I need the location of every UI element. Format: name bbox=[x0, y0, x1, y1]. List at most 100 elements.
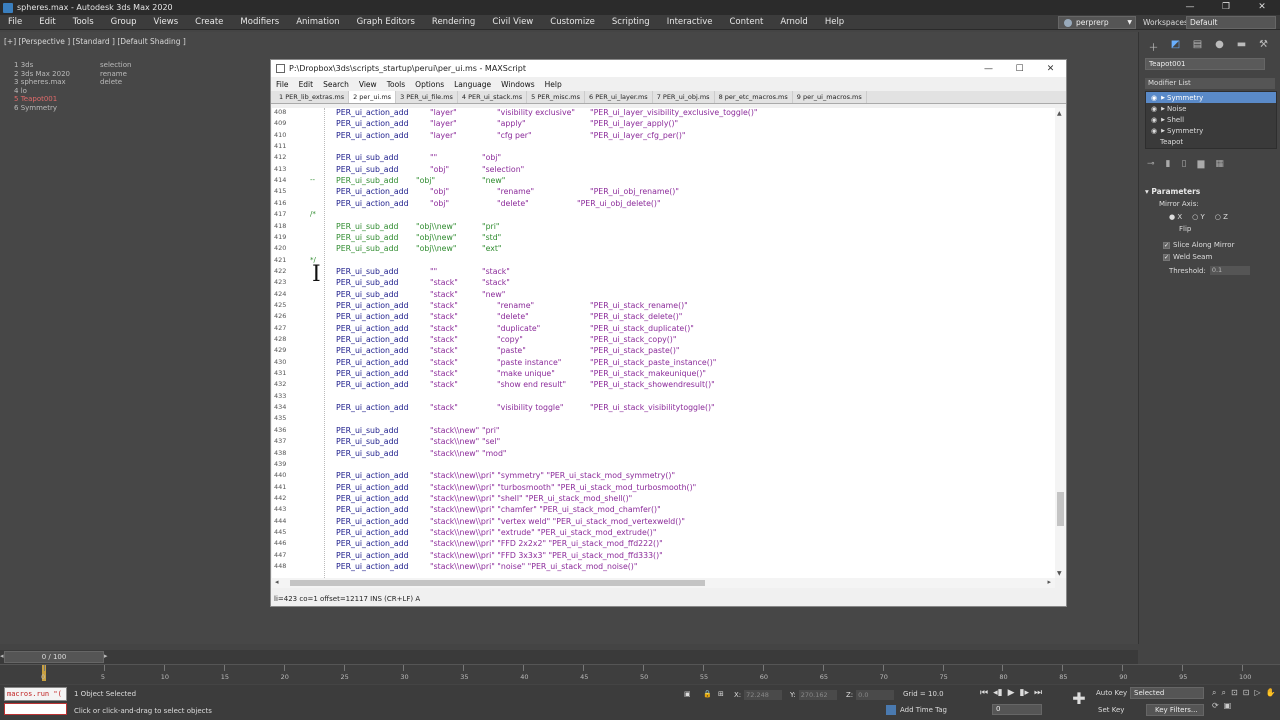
editor-close-button[interactable]: ✕ bbox=[1035, 64, 1066, 74]
eye-icon[interactable]: ◉ bbox=[1149, 94, 1159, 102]
menu-interactive[interactable]: Interactive bbox=[659, 17, 722, 27]
field-of-view-icon[interactable]: ▷ bbox=[1254, 688, 1260, 698]
absolute-mode-icon[interactable]: ⊞ bbox=[718, 690, 724, 698]
menu-list-item[interactable]: delete bbox=[100, 78, 131, 87]
zoom-all-icon[interactable]: ⌕ bbox=[1221, 688, 1225, 698]
editor-tab[interactable]: 1 PER_lib_extras.ms bbox=[275, 91, 350, 103]
configure-icon[interactable]: ▦ bbox=[1215, 159, 1224, 169]
menu-customize[interactable]: Customize bbox=[542, 17, 604, 27]
viewport-label[interactable]: [+] [Perspective ] [Standard ] [Default … bbox=[4, 37, 186, 46]
modifier-list-dropdown[interactable]: Modifier List bbox=[1145, 78, 1275, 89]
menu-views[interactable]: Views bbox=[146, 17, 188, 27]
editor-menu-edit[interactable]: Edit bbox=[294, 80, 319, 89]
scene-list-item[interactable]: 1 3ds bbox=[14, 61, 70, 70]
editor-minimize-button[interactable]: — bbox=[973, 64, 1004, 74]
orbit-icon[interactable]: ⟳ bbox=[1212, 701, 1219, 710]
menu-graph-editors[interactable]: Graph Editors bbox=[349, 17, 424, 27]
hscroll-thumb[interactable] bbox=[290, 580, 705, 586]
maxscript-listener-mini[interactable]: macros.run "( bbox=[4, 687, 67, 701]
axis-z-radio[interactable]: ○ Z bbox=[1215, 213, 1228, 221]
menu-content[interactable]: Content bbox=[722, 17, 773, 27]
go-to-end-icon[interactable]: ⏭ bbox=[1034, 688, 1042, 698]
utilities-tab-icon[interactable]: ⚒ bbox=[1257, 39, 1270, 54]
editor-tab[interactable]: 5 PER_misc.ms bbox=[527, 91, 586, 103]
workspaces-dropdown[interactable]: Default bbox=[1186, 16, 1276, 29]
editor-tab[interactable]: 7 PER_ui_obj.ms bbox=[653, 91, 715, 103]
menu-list-item[interactable]: selection bbox=[100, 61, 131, 70]
parameters-rollout[interactable]: ▾ Parameters bbox=[1145, 187, 1280, 196]
key-filters-button[interactable]: Key Filters... bbox=[1146, 704, 1204, 716]
pan-icon[interactable]: ✋ bbox=[1266, 688, 1276, 698]
close-button[interactable]: ✕ bbox=[1244, 0, 1280, 15]
create-tab-icon[interactable]: ＋ bbox=[1147, 39, 1160, 54]
auto-key-button[interactable]: Auto Key bbox=[1096, 689, 1127, 697]
eye-icon[interactable]: ◉ bbox=[1149, 127, 1159, 135]
flip-checkbox[interactable]: Flip bbox=[1179, 225, 1280, 233]
scene-list-item[interactable]: 3 spheres.max bbox=[14, 78, 70, 87]
scroll-up-icon[interactable]: ▲ bbox=[1057, 110, 1062, 117]
scroll-right-icon[interactable]: ▸ bbox=[1047, 578, 1051, 586]
expand-icon[interactable]: ▶ bbox=[1159, 95, 1167, 101]
lock-icon[interactable]: 🔒 bbox=[703, 690, 712, 698]
object-name-field[interactable]: Teapot001 bbox=[1145, 58, 1265, 70]
current-frame-field[interactable]: 0 bbox=[992, 704, 1042, 715]
trash-icon[interactable]: ▆ bbox=[1197, 159, 1204, 169]
editor-menu-view[interactable]: View bbox=[354, 80, 382, 89]
menu-animation[interactable]: Animation bbox=[288, 17, 348, 27]
set-key-icon[interactable]: ✚ bbox=[1068, 689, 1090, 713]
menu-edit[interactable]: Edit bbox=[31, 17, 64, 27]
scene-list-item[interactable]: 6 Symmetry bbox=[14, 104, 70, 113]
minimize-button[interactable]: — bbox=[1172, 0, 1208, 15]
editor-menu-file[interactable]: File bbox=[271, 80, 294, 89]
modifier-stack-item[interactable]: ◉ ▶ Shell bbox=[1146, 114, 1276, 125]
zoom-icon[interactable]: ⌕ bbox=[1212, 688, 1216, 698]
expand-icon[interactable]: ▶ bbox=[1159, 128, 1167, 134]
menu-help[interactable]: Help bbox=[817, 17, 853, 27]
scroll-down-icon[interactable]: ▼ bbox=[1057, 570, 1062, 577]
maxscript-listener-input[interactable] bbox=[4, 703, 67, 715]
maximize-button[interactable]: ❐ bbox=[1208, 0, 1244, 15]
hierarchy-tab-icon[interactable]: ▤ bbox=[1191, 39, 1204, 54]
editor-tab[interactable]: 3 PER_ui_file.ms bbox=[396, 91, 458, 103]
modify-tab-icon[interactable]: ◩ bbox=[1169, 39, 1182, 54]
menu-create[interactable]: Create bbox=[187, 17, 232, 27]
menu-civil-view[interactable]: Civil View bbox=[484, 17, 542, 27]
pin-icon[interactable]: ⊸ bbox=[1147, 159, 1155, 169]
zoom-extents-all-icon[interactable]: ⊡ bbox=[1243, 688, 1250, 698]
editor-tab[interactable]: 8 per_etc_macros.ms bbox=[715, 91, 793, 103]
scene-list-item[interactable]: 4 lo bbox=[14, 87, 70, 96]
editor-menu-options[interactable]: Options bbox=[410, 80, 449, 89]
horizontal-scrollbar[interactable]: ◂ ▸ bbox=[272, 578, 1055, 588]
time-slider-handle[interactable]: 0 / 100 bbox=[4, 651, 104, 663]
next-frame-icon[interactable]: ▸ bbox=[104, 652, 108, 660]
editor-menu-language[interactable]: Language bbox=[449, 80, 496, 89]
modifier-stack-item[interactable]: ◉ ▶ Noise bbox=[1146, 103, 1276, 114]
editor-tab[interactable]: 2 per_ui.ms bbox=[349, 91, 397, 103]
editor-menu-search[interactable]: Search bbox=[318, 80, 354, 89]
x-value[interactable]: 72.248 bbox=[744, 690, 783, 700]
set-key-button[interactable]: Set Key bbox=[1098, 706, 1124, 714]
z-value[interactable]: 0.0 bbox=[856, 690, 895, 700]
slice-along-mirror-checkbox[interactable]: ✓ Slice Along Mirror bbox=[1163, 241, 1280, 249]
menu-file[interactable]: File bbox=[0, 17, 31, 27]
isolate-icon[interactable]: ▣ bbox=[684, 690, 691, 698]
modifier-stack-item[interactable]: ◉ ▶ Symmetry bbox=[1146, 92, 1276, 103]
editor-menu-tools[interactable]: Tools bbox=[382, 80, 410, 89]
menu-scripting[interactable]: Scripting bbox=[604, 17, 659, 27]
editor-menu-windows[interactable]: Windows bbox=[496, 80, 539, 89]
editor-tab[interactable]: 6 PER_ui_layer.ms bbox=[585, 91, 653, 103]
scroll-left-icon[interactable]: ◂ bbox=[275, 578, 279, 586]
menu-modifiers[interactable]: Modifiers bbox=[232, 17, 288, 27]
expand-icon[interactable]: ▶ bbox=[1159, 117, 1167, 123]
scene-list-item[interactable]: 5 Teapot001 bbox=[14, 95, 70, 104]
menu-rendering[interactable]: Rendering bbox=[424, 17, 484, 27]
editor-tab[interactable]: 4 PER_ui_stack.ms bbox=[458, 91, 528, 103]
vertical-scrollbar[interactable]: ▲ ▼ bbox=[1055, 108, 1066, 578]
previous-frame-icon[interactable]: ◂▮ bbox=[993, 688, 1002, 698]
code-area[interactable]: I 408 PER_ui_action_add "layer" "visibility… bbox=[272, 108, 1055, 578]
motion-tab-icon[interactable]: ● bbox=[1213, 39, 1226, 54]
y-value[interactable]: 270.162 bbox=[798, 690, 837, 700]
zoom-extents-icon[interactable]: ⊡ bbox=[1231, 688, 1238, 698]
display-tab-icon[interactable]: ▬ bbox=[1235, 39, 1248, 54]
menu-tools[interactable]: Tools bbox=[65, 17, 103, 27]
